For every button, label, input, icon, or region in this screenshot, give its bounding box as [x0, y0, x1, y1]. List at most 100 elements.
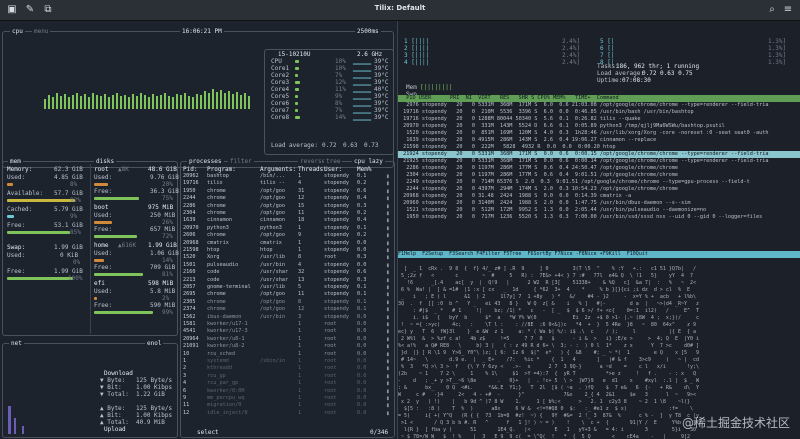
net-iface[interactable]: enol [145, 340, 164, 347]
net-up-value: 40.9 MiB [136, 419, 165, 426]
filter-button[interactable]: filter [228, 158, 254, 165]
htop-process-row[interactable]: 1950 stopendy 20 0 717M 1236 5520 S 1.3 … [400, 214, 762, 221]
process-column-header[interactable]: Mem% [357, 166, 371, 173]
process-cell: /usr/bin [260, 313, 285, 320]
process-cell: 1581 [183, 321, 196, 327]
htop-process-row[interactable]: 1520 stopendy 20 0 851M 169M 120M S 4.0 … [400, 130, 768, 137]
swap-free-value: 1.99 GiB [54, 268, 83, 275]
process-cpu-indicator: ▮ [386, 313, 390, 321]
disk-used-bar [94, 297, 98, 300]
process-cell: 1 [298, 224, 302, 231]
process-cell: stopendy [324, 313, 349, 320]
htop-pane[interactable]: 1 [|||| 2.4%] 5 [| 1.3%] 2 [|||| 2.4%] 6 [| 1.3… [398, 21, 800, 439]
htop-process-row[interactable]: 20960 stopendy 20 0 3140M 2424 1988 S 2.… [400, 200, 690, 207]
process-cell: htop [207, 247, 220, 253]
htop-process-row[interactable]: 21925 stopendy 20 0 5331M 368M 171M S 0.… [400, 158, 768, 165]
htop-process-row[interactable]: 2976 stopendy 20 0 5331M 368M 171M S 6.0… [400, 102, 768, 109]
htop-process-row[interactable]: 2286 stopendy 20 0 1197M 286M 177M S 0.6… [400, 165, 678, 172]
net-up-value: 125 Byte/s [136, 405, 173, 412]
process-cell: 0.0 [357, 335, 367, 342]
process-cell: 1520 [183, 254, 196, 261]
mem-row-pct: 8% [70, 181, 78, 188]
process-cell: 21091 [183, 343, 199, 350]
menu-icon[interactable]: ≡ [782, 4, 794, 16]
process-cell: 0.3 [357, 276, 367, 283]
cpu-core-temp: 39°C [374, 107, 389, 114]
process-cell: 0.1 [357, 224, 367, 231]
process-column-header[interactable]: Program: [207, 166, 236, 173]
htop-process-row[interactable]: 21598 stopendy 20 0 222M 5828 4932 R 0.0… [400, 144, 615, 151]
mem-row-bar [7, 231, 70, 234]
process-cell: 3 [183, 372, 187, 379]
menu-label[interactable]: menu [32, 28, 51, 35]
disk-used-pct: 20% [162, 181, 173, 188]
process-cell: 1562 [183, 313, 196, 320]
process-cell: 12 [298, 306, 305, 313]
process-cpu-indicator: ▮ [386, 298, 390, 306]
net-up-key: ▲ Byte: [100, 405, 126, 412]
htop-header[interactable]: PID USER PRI NI VIRT RES SHR S CPU% MEM%… [400, 95, 618, 102]
process-column-header[interactable]: Threads: [298, 166, 327, 173]
disk-free-bar [94, 311, 154, 314]
mem-row-label: Available: [7, 190, 44, 197]
download-label: Download [104, 370, 133, 377]
interval[interactable]: 2500ms [355, 28, 381, 35]
process-cell: 1 [298, 335, 302, 342]
cpu-core-temp: 39°C [374, 114, 389, 121]
process-cell: 11 [298, 210, 305, 216]
process-cell: 5 [298, 284, 302, 290]
sort-selector[interactable]: cpu lazy [352, 158, 385, 165]
process-cell: kworker/u17-3 [207, 328, 248, 335]
process-cell: 20968 [183, 239, 199, 246]
cpu-core-bar [295, 109, 298, 112]
mem-label: mem [8, 158, 23, 165]
cpu-core-name: Core4 [271, 86, 290, 93]
process-column-header[interactable]: User: [324, 166, 342, 173]
net-up-key: ▲ Bit: [100, 412, 122, 419]
htop-cpu-meter-pct: 1.3%] [768, 45, 787, 52]
cpu-core-pct: 11% [335, 86, 346, 93]
process-cell: 1501 [183, 261, 196, 268]
process-cell: 20970 [183, 224, 199, 231]
disk-used-label: Used: [94, 288, 113, 295]
search-icon[interactable]: ⌕ [766, 4, 778, 16]
bashtop-pane[interactable]: cpu menu 16:06:21 PM 2500ms i5-10210U 2.… [0, 21, 397, 439]
cpu-core-temp-graph: ▁▁▁▁▁ [353, 58, 372, 65]
mem-row-value: 57.7 GiB [54, 190, 83, 197]
tree-button[interactable]: tree [324, 158, 343, 165]
window-title: Tilix: Default [374, 4, 426, 12]
process-cell: 0.0 [357, 350, 367, 357]
process-cell: stopendy [324, 202, 349, 209]
disk-free-bar [94, 273, 143, 276]
disk-io: ▲8K [118, 166, 129, 173]
htop-process-row[interactable]: 21924 stopendy 20 0 5331M 368M 171M S 0.… [400, 151, 768, 158]
disks-label: disks [94, 158, 117, 165]
process-column-header[interactable]: Pid: [183, 166, 197, 173]
htop-process-row[interactable]: 1521 stopendy 20 0 512M 172M 9952 S 1.3 … [400, 207, 706, 214]
process-cell: /usr/shar [260, 276, 289, 283]
htop-process-row[interactable]: 19716 stopendy 20 0 210M 5536 3396 S 6.0… [400, 109, 693, 116]
process-column-header[interactable]: Arguments: [260, 166, 296, 173]
htop-process-row[interactable]: 2249 stopendy 20 0 714M 65376 S 2.0 0.3 … [400, 179, 750, 186]
disk-free-pct: 99% [162, 309, 173, 316]
disk-size: 1.99 GiB [148, 242, 177, 249]
htop-process-row[interactable]: 1639 stopendy 20 0 4915M 286M 143M S 2.6… [400, 137, 656, 144]
process-cell: root [324, 380, 337, 387]
htop-process-row[interactable]: 20970 stopendy 20 0 331M 143M 5524 D 6.6… [400, 123, 725, 130]
mem-row-label: Used: [7, 174, 26, 181]
process-cell: 2305 [183, 298, 196, 305]
cpu-core-temp: 39°C [374, 100, 389, 107]
process-cpu-indicator: ▮ [386, 187, 390, 195]
reverse-button[interactable]: reverse [298, 158, 328, 165]
cpu-core-pct: 8% [335, 100, 343, 107]
htop-function-keys[interactable]: F1Help F2Setup F3Search F4Filter F5Tree … [398, 251, 800, 258]
process-cell: 1639 [183, 217, 196, 224]
htop-process-row[interactable]: 20968 stopendy 20 0 31.48 2424 1988 S 0.… [400, 193, 631, 200]
htop-process-row[interactable]: 2304 stopendy 20 0 1197M 286M 177M S 0.6… [400, 172, 678, 179]
htop-process-row[interactable]: 2244 stopendy 20 0 4397M 294M 174M S 2.0… [400, 186, 678, 193]
select-label[interactable]: select [195, 429, 221, 436]
process-cell: 0.0 [357, 365, 367, 372]
cpu-core-name: Core8 [271, 114, 290, 121]
process-cell: 20964 [183, 335, 199, 342]
htop-process-row[interactable]: 19716 stopendy 20 0 1288M 80044 50340 S … [400, 116, 640, 123]
